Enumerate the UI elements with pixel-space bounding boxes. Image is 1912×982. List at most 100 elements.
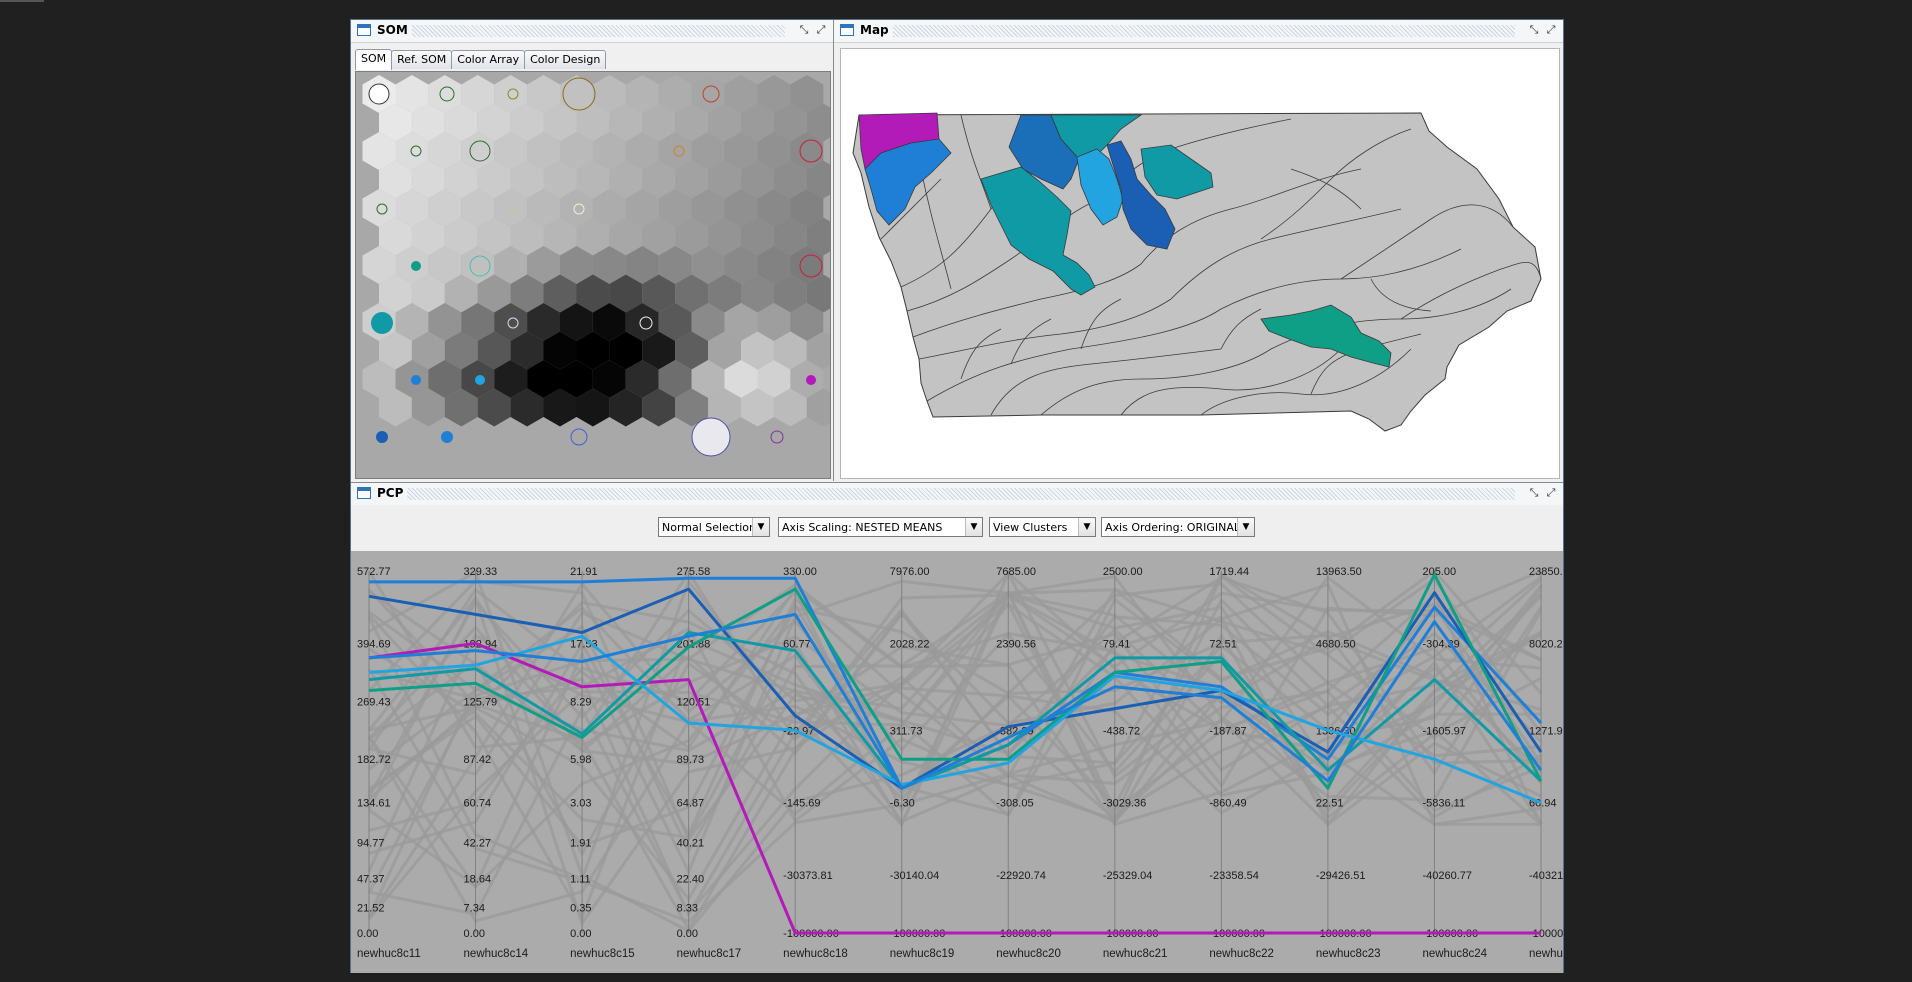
som-node-marker[interactable]: [368, 83, 390, 105]
maximize-icon[interactable]: ⤢: [1544, 23, 1558, 37]
som-canvas[interactable]: [356, 72, 840, 478]
pcp-tick-label: 0.00: [357, 928, 378, 940]
pcp-tick-label: 0.00: [464, 928, 485, 940]
axis-scaling-value: Axis Scaling: NESTED MEANS: [782, 521, 943, 534]
pcp-axis-name[interactable]: newhuc8c20: [996, 948, 1061, 960]
pcp-tick-label: 182.72: [357, 754, 391, 766]
tab-color-design[interactable]: Color Design: [524, 50, 607, 69]
pcp-axis-name[interactable]: newhuc8c18: [783, 948, 848, 960]
som-node-marker[interactable]: [441, 431, 453, 443]
axis-ordering-dropdown[interactable]: Axis Ordering: ORIGINAL ▼: [1101, 517, 1255, 537]
pcp-tick-label: -22920.74: [996, 870, 1046, 882]
som-titlebar[interactable]: SOM ⤡ ⤢: [351, 20, 833, 43]
pcp-tick-label: 21.52: [357, 903, 385, 915]
window-icon: [840, 24, 854, 36]
map-titlebar[interactable]: Map ⤡ ⤢: [834, 20, 1563, 43]
pcp-tick-label: 42.27: [464, 838, 492, 850]
tab-color-array[interactable]: Color Array: [451, 50, 526, 69]
pcp-tick-label: 5.98: [570, 754, 591, 766]
som-node-marker[interactable]: [371, 312, 393, 334]
pcp-tick-label: 60.74: [464, 798, 492, 810]
chevron-down-icon: ▼: [965, 518, 982, 536]
pcp-tick-label: 8020.20: [1529, 638, 1563, 650]
pcp-canvas[interactable]: 572.77 394.69 269.43 182.72 134.61 94.77 47.37…: [351, 551, 1594, 973]
pcp-tick-label: 311.73: [890, 725, 923, 737]
pcp-axis-name[interactable]: newhuc8c15: [570, 948, 635, 960]
pcp-panel: PCP ⤡ ⤢ Normal Selection ▼ Axis Scaling:…: [351, 482, 1594, 973]
pcp-tick-label: 22.40: [677, 874, 705, 886]
pcp-tick-label: 4680.50: [1316, 638, 1356, 650]
pcp-tick-label: -1605.97: [1422, 725, 1465, 737]
pcp-tick-label: 120.51: [677, 696, 711, 708]
pcp-tick-label: 269.43: [357, 696, 391, 708]
pcp-tick-label: 275.58: [677, 566, 711, 578]
pcp-axis-name[interactable]: newhuc8c25: [1529, 948, 1594, 960]
selection-mode-dropdown[interactable]: Normal Selection ▼: [658, 517, 770, 537]
pcp-tick-label: -29426.51: [1316, 870, 1366, 882]
pcp-axis-name[interactable]: newhuc8c14: [464, 948, 529, 960]
pcp-tick-label: 134.61: [357, 798, 391, 810]
pcp-tick-label: 330.00: [783, 566, 817, 578]
som-panel: SOM ⤡ ⤢ SOM Ref. SOM Color Array Color Desi…: [351, 20, 840, 481]
som-node-marker[interactable]: [475, 375, 485, 385]
minimize-icon[interactable]: ⤡: [797, 23, 811, 37]
minimize-icon[interactable]: ⤡: [1527, 23, 1541, 37]
pcp-axis-name[interactable]: newhuc8c21: [1103, 948, 1168, 960]
pcp-tick-label: -6.30: [890, 798, 915, 810]
som-node-marker[interactable]: [411, 375, 421, 385]
som-node-marker[interactable]: [570, 428, 588, 446]
maximize-icon[interactable]: ⤢: [1544, 486, 1558, 500]
pcp-axis-name[interactable]: newhuc8c19: [890, 948, 955, 960]
minimize-icon[interactable]: ⤡: [1527, 486, 1541, 500]
pcp-tick-label: -308.05: [996, 798, 1033, 810]
pcp-tick-label: 2028.22: [890, 638, 930, 650]
selection-mode-value: Normal Selection: [662, 521, 756, 534]
pcp-tick-label: 87.42: [464, 754, 492, 766]
pcp-tick-label: 1719.44: [1209, 566, 1249, 578]
pcp-titlebar[interactable]: PCP ⤡ ⤢: [351, 483, 1563, 506]
pcp-tick-label: 8.29: [570, 696, 591, 708]
pcp-axis-name[interactable]: newhuc8c22: [1209, 948, 1274, 960]
tab-som[interactable]: SOM: [355, 49, 393, 70]
axis-scaling-dropdown[interactable]: Axis Scaling: NESTED MEANS ▼: [778, 517, 983, 537]
pcp-axis-name[interactable]: newhuc8c11: [357, 948, 421, 960]
pcp-tick-label: 40.21: [677, 838, 705, 850]
pcp-tick-label: 23850.00: [1529, 566, 1563, 578]
titlebar-hatch: [864, 25, 1515, 37]
pcp-tick-label: 125.79: [464, 696, 498, 708]
maximize-icon[interactable]: ⤢: [814, 23, 828, 37]
pcp-axis-name[interactable]: newhuc8c24: [1422, 948, 1487, 960]
som-node-marker[interactable]: [806, 375, 816, 385]
pcp-tick-label: -438.72: [1103, 725, 1140, 737]
pcp-tick-label: -145.69: [783, 798, 820, 810]
titlebar-hatch: [381, 488, 1515, 500]
tab-ref-som[interactable]: Ref. SOM: [391, 50, 453, 69]
som-node-marker[interactable]: [411, 261, 421, 271]
som-node-marker[interactable]: [376, 431, 388, 443]
view-mode-dropdown[interactable]: View Clusters ▼: [989, 517, 1096, 537]
pcp-tick-label: -30373.81: [783, 870, 833, 882]
pcp-tick-label: 0.00: [570, 928, 591, 940]
pcp-tick-label: -25329.04: [1103, 870, 1153, 882]
parallel-coordinates-plot[interactable]: 572.77 394.69 269.43 182.72 134.61 94.77 47.37…: [351, 551, 1594, 973]
pcp-tick-label: -5836.11: [1422, 798, 1465, 810]
pcp-axis-name[interactable]: newhuc8c23: [1316, 948, 1381, 960]
som-hexagon-grid[interactable]: [355, 71, 840, 479]
pcp-tick-label: 7.34: [464, 903, 485, 915]
pcp-tick-label: 64.87: [677, 798, 705, 810]
pcp-tick-label: -40321.87: [1529, 870, 1563, 882]
map-view[interactable]: [840, 48, 1560, 479]
som-node-marker[interactable]: [691, 417, 731, 457]
pcp-tick-label: 7976.00: [890, 566, 930, 578]
pcp-tick-label: 21.91: [570, 566, 598, 578]
titlebar-hatch: [381, 25, 785, 37]
pcp-tick-label: 2500.00: [1103, 566, 1143, 578]
pcp-tick-label: 94.77: [357, 838, 385, 850]
watershed-map[interactable]: [841, 49, 1559, 478]
pcp-tick-label: 572.77: [357, 566, 391, 578]
chevron-down-icon: ▼: [752, 518, 769, 536]
som-tabs: SOM Ref. SOM Color Array Color Design: [355, 48, 607, 70]
pcp-axis-name[interactable]: newhuc8c17: [677, 948, 742, 960]
som-node-marker[interactable]: [770, 430, 784, 444]
pcp-tick-label: 18.64: [464, 874, 492, 886]
